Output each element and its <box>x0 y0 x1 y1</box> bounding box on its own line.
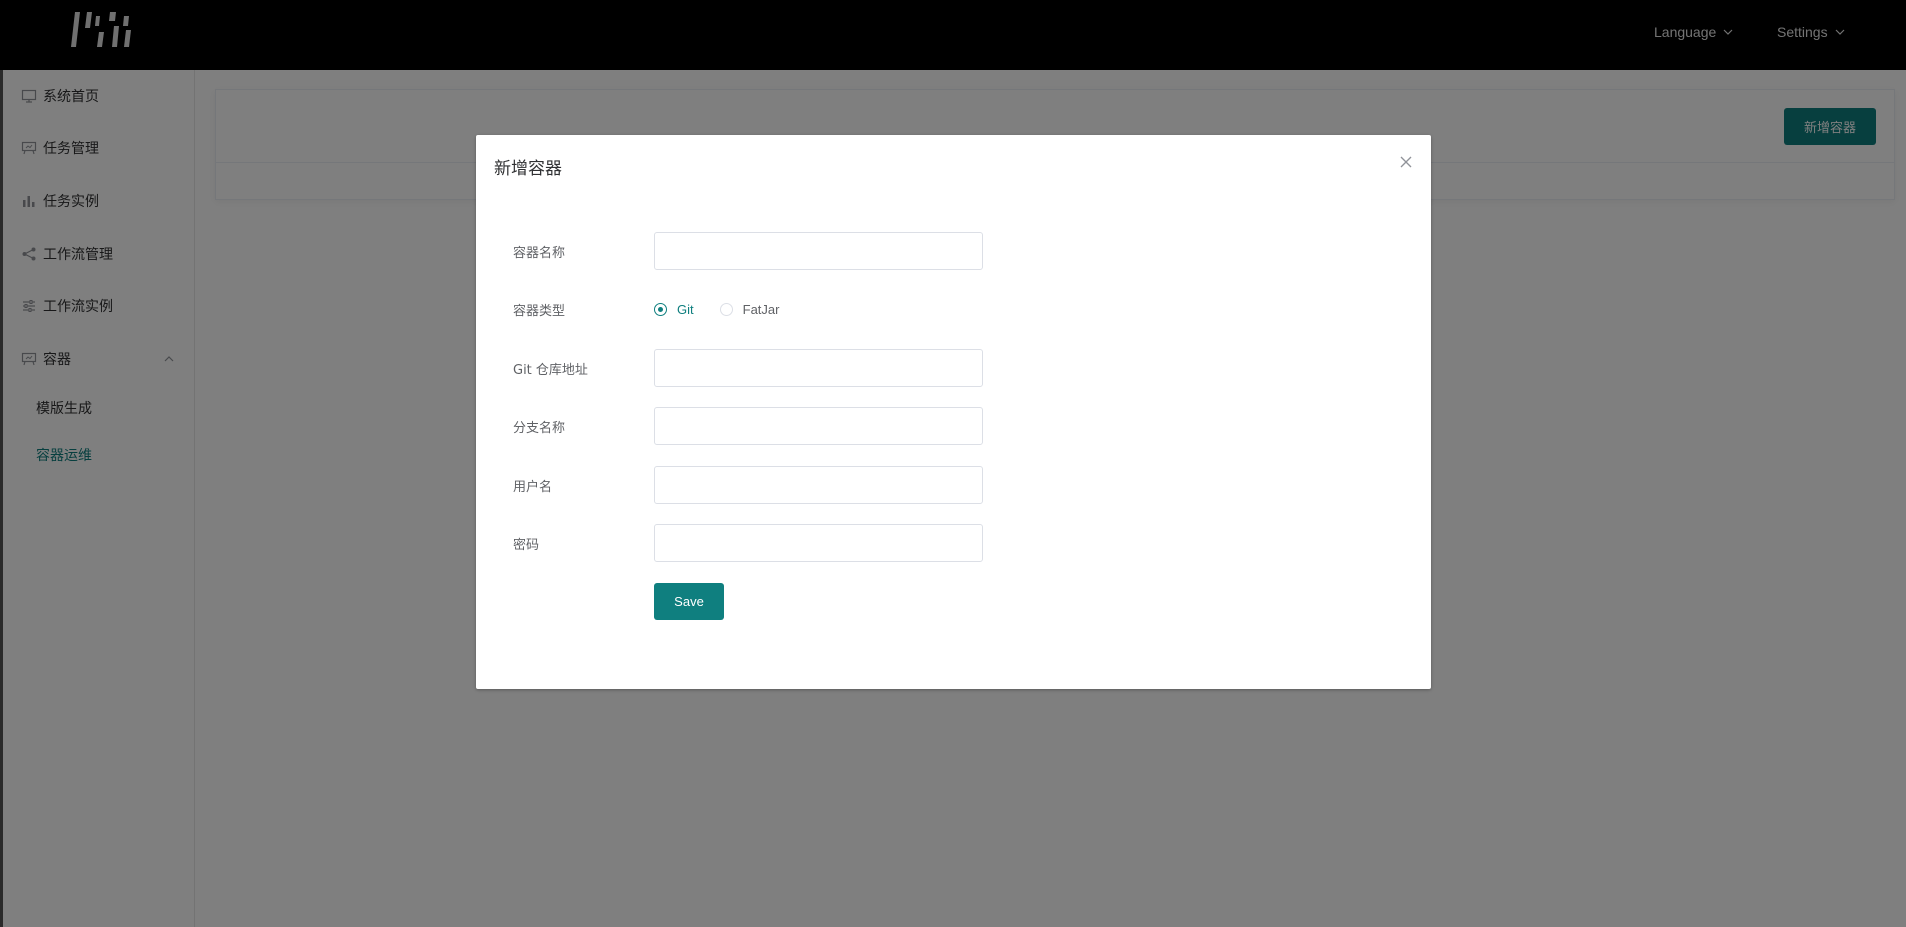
form-row-branch: 分支名称 <box>513 406 1113 446</box>
new-container-dialog: 新增容器 容器名称 容器类型 Git FatJar Git 仓库地址 分支名称 … <box>476 135 1431 689</box>
username-label: 用户名 <box>513 479 553 495</box>
radio-dot <box>654 302 667 316</box>
password-label: 密码 <box>513 537 540 553</box>
container-name-input[interactable] <box>654 232 983 270</box>
username-input[interactable] <box>654 466 983 504</box>
branch-name-input[interactable] <box>654 407 983 445</box>
container-name-label: 容器名称 <box>513 245 566 261</box>
git-repo-input[interactable] <box>654 349 983 387</box>
radio-fatjar[interactable]: FatJar <box>719 301 780 317</box>
form-row-username: 用户名 <box>513 465 1113 505</box>
radio-label: Git <box>677 301 694 317</box>
close-icon[interactable] <box>1399 155 1413 169</box>
git-repo-label: Git 仓库地址 <box>513 362 588 378</box>
radio-dot <box>719 302 733 316</box>
form-row-git-repo: Git 仓库地址 <box>513 348 1113 388</box>
container-type-label: 容器类型 <box>513 303 566 319</box>
form-row-container-type: 容器类型 Git FatJar <box>513 289 1113 329</box>
form-row-password: 密码 <box>513 523 1113 563</box>
password-input[interactable] <box>654 524 983 562</box>
form-row-container-name: 容器名称 <box>513 231 1113 271</box>
radio-label: FatJar <box>742 301 780 317</box>
radio-git[interactable]: Git <box>654 302 694 317</box>
dialog-title: 新增容器 <box>494 159 562 179</box>
branch-name-label: 分支名称 <box>513 420 566 436</box>
save-button[interactable]: Save <box>654 583 724 620</box>
